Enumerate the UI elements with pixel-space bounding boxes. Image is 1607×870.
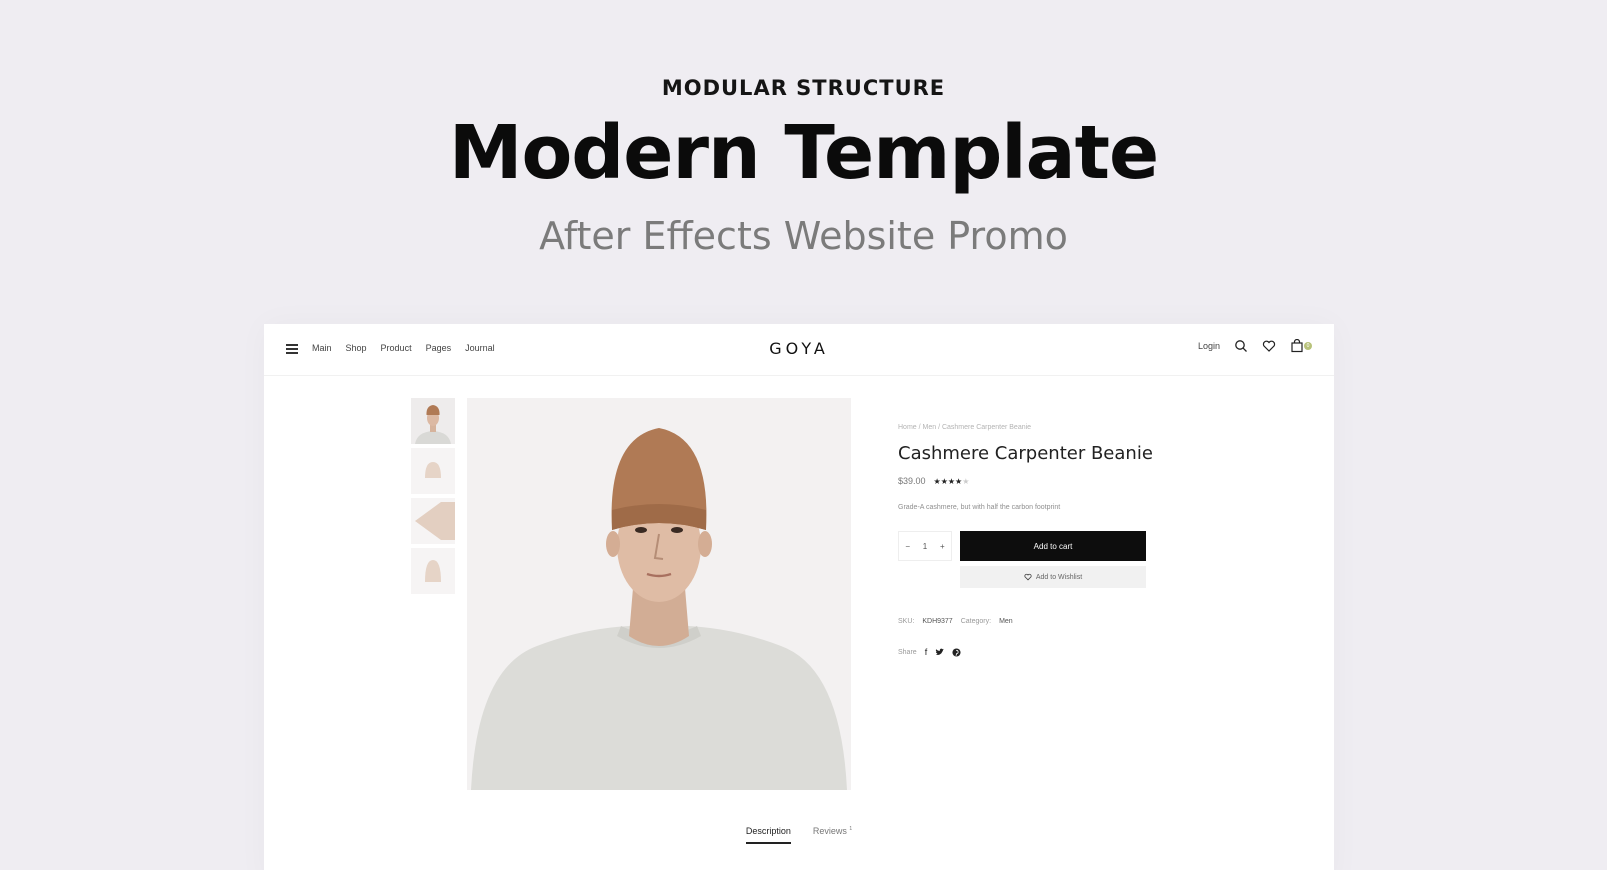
headline: Modern Template xyxy=(448,110,1159,196)
quantity-stepper[interactable]: − 1 + xyxy=(898,531,952,561)
heart-icon[interactable] xyxy=(1262,339,1276,353)
twitter-icon[interactable] xyxy=(935,648,945,657)
beanie-flat-image xyxy=(411,498,455,544)
search-icon[interactable] xyxy=(1234,339,1248,353)
star-icon: ★ xyxy=(933,476,941,486)
model-thumbnail-image xyxy=(411,398,455,444)
category-link[interactable]: Men xyxy=(999,618,1013,625)
product-details: Home / Men / Cashmere Carpenter Beanie C… xyxy=(898,424,1158,657)
share-label: Share xyxy=(898,648,917,656)
category-label: Category: xyxy=(960,618,992,625)
product-title: Cashmere Carpenter Beanie xyxy=(898,443,1153,464)
star-icon: ★ xyxy=(947,476,956,486)
heart-icon xyxy=(1024,573,1032,581)
thumbnail-model[interactable] xyxy=(411,398,455,444)
price-rating-row: $39.00 ★★★★★ xyxy=(898,476,1158,486)
pinterest-icon[interactable] xyxy=(952,647,961,657)
add-to-cart-button[interactable]: Add to cart xyxy=(960,531,1146,561)
purchase-row: − 1 + Add to cart xyxy=(898,531,1158,561)
website-preview: Main Shop Product Pages Journal GOYA Log… xyxy=(264,324,1334,870)
sku-label: SKU: xyxy=(898,618,915,625)
star-rating: ★★★★★ xyxy=(934,477,970,486)
top-navigation: Main Shop Product Pages Journal GOYA Log… xyxy=(264,324,1334,376)
quantity-decrease-button[interactable]: − xyxy=(905,542,910,551)
cart-count-badge: 0 xyxy=(1304,342,1312,350)
thumbnail-beanie-side[interactable] xyxy=(411,548,455,594)
beanie-side-image xyxy=(411,548,455,594)
login-link[interactable]: Login xyxy=(1198,341,1220,351)
star-icon: ★ xyxy=(940,476,948,486)
add-to-wishlist-label: Add to Wishlist xyxy=(1035,573,1083,581)
product-short-description: Grade-A cashmere, but with half the carb… xyxy=(898,504,1061,511)
thumbnail-beanie-front[interactable] xyxy=(411,448,455,494)
quantity-increase-button[interactable]: + xyxy=(940,542,945,551)
facebook-icon[interactable]: f xyxy=(925,647,928,657)
product-main-image[interactable] xyxy=(467,398,851,790)
nav-actions: Login 0 xyxy=(1198,339,1312,353)
reviews-count: 1 xyxy=(849,826,853,832)
sku-value: KDH9377 xyxy=(922,618,953,625)
breadcrumb[interactable]: Home / Men / Cashmere Carpenter Beanie xyxy=(898,424,1158,431)
product-price: $39.00 xyxy=(898,476,926,486)
share-row: Share f xyxy=(898,647,1158,657)
quantity-value[interactable]: 1 xyxy=(923,542,927,551)
cart-button[interactable]: 0 xyxy=(1290,339,1312,353)
tab-reviews-label: Reviews xyxy=(812,826,847,836)
thumbnail-beanie-flat[interactable] xyxy=(411,498,455,544)
model-photo xyxy=(467,398,851,790)
cart-icon xyxy=(1291,339,1303,353)
beanie-front-image xyxy=(411,448,455,494)
add-to-wishlist-button[interactable]: Add to Wishlist xyxy=(960,566,1146,588)
tab-description[interactable]: Description xyxy=(745,826,791,844)
eyebrow-text: MODULAR STRUCTURE xyxy=(661,76,946,100)
product-meta: SKU: KDH9377 Category: Men xyxy=(898,618,1158,625)
star-empty-icon: ★ xyxy=(962,476,970,486)
product-thumbnails xyxy=(411,398,457,598)
subheadline: After Effects Website Promo xyxy=(539,214,1068,258)
promo-hero: MODULAR STRUCTURE Modern Template After … xyxy=(0,0,1607,300)
product-tabs: Description Reviews 1 xyxy=(264,826,1334,844)
tab-reviews[interactable]: Reviews 1 xyxy=(813,826,852,844)
site-logo[interactable]: GOYA xyxy=(264,339,1334,358)
